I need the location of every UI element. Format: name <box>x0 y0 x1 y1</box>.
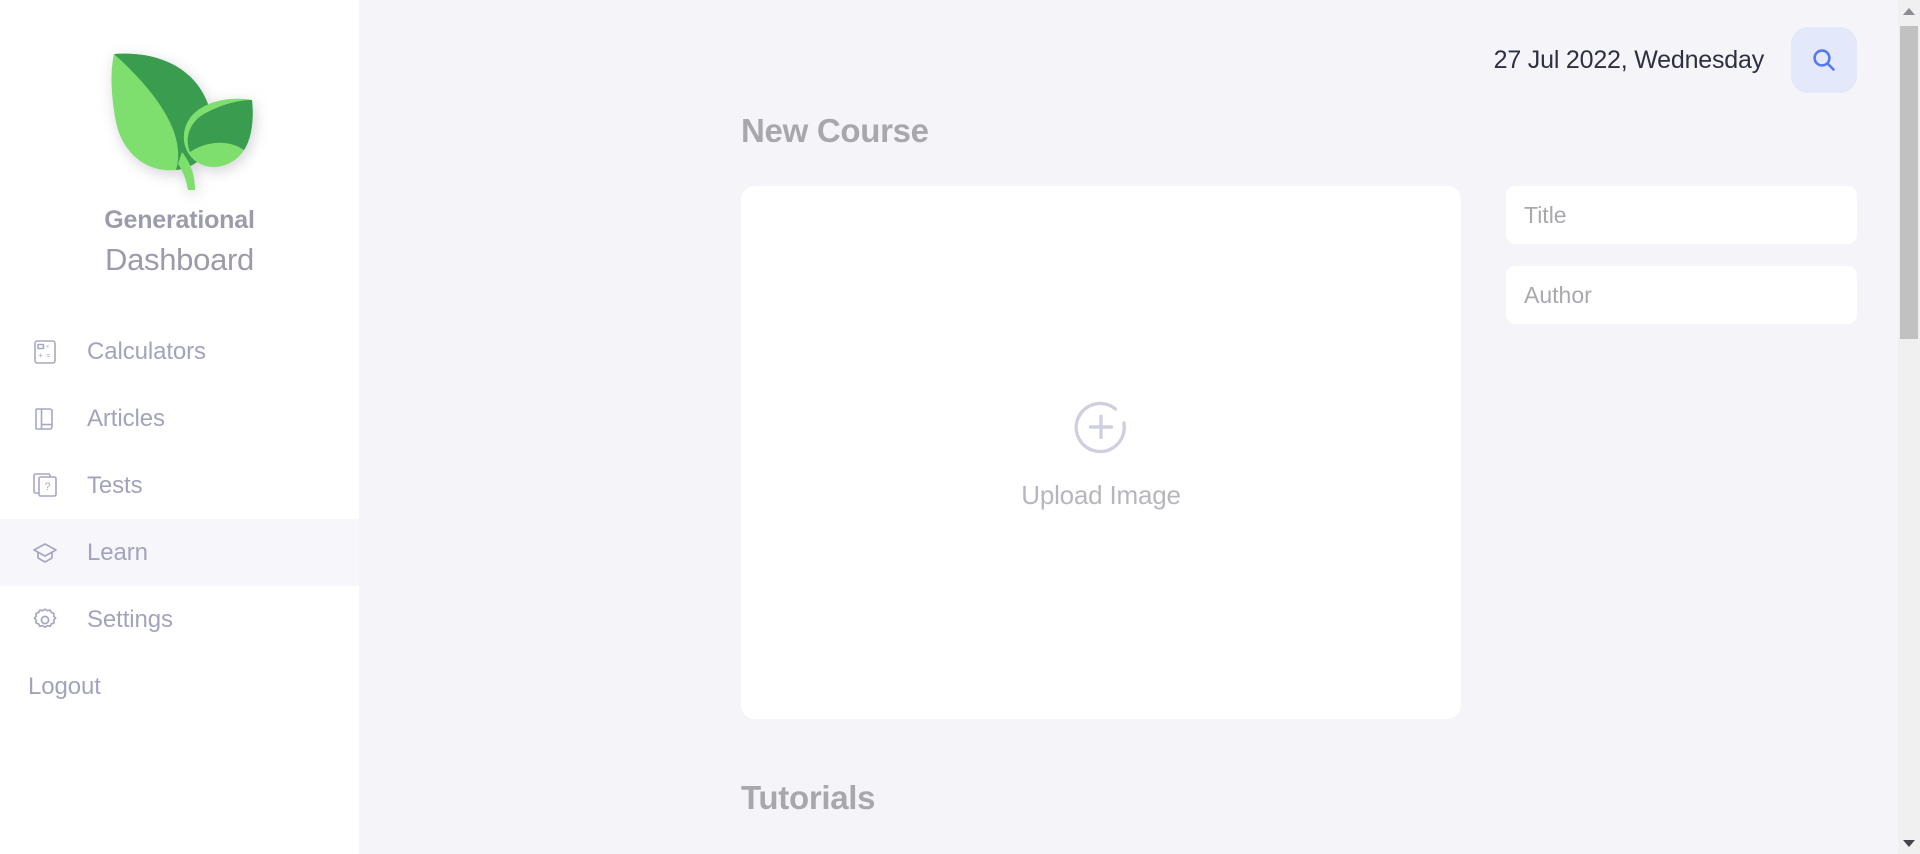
sidebar-nav: × + = Calculators Articles ? Tests Learn… <box>0 318 359 653</box>
title-input[interactable] <box>1506 186 1857 244</box>
plant-leaf-logo-icon <box>100 44 260 194</box>
search-icon <box>1809 45 1839 75</box>
top-bar: 27 Jul 2022, Wednesday <box>384 0 1920 120</box>
sidebar-item-label: Tests <box>87 471 143 499</box>
sidebar-item-tests[interactable]: ? Tests <box>0 452 359 519</box>
author-input[interactable] <box>1506 266 1857 324</box>
question-cards-icon: ? <box>28 469 62 503</box>
scroll-down-button[interactable] <box>1898 832 1920 854</box>
circle-plus-icon <box>1068 394 1134 460</box>
brand-subtitle: Dashboard <box>105 242 254 277</box>
sidebar: Generational Dashboard × + = Calculators <box>0 0 359 854</box>
gear-icon <box>28 603 62 637</box>
sidebar-item-learn[interactable]: Learn <box>0 519 359 586</box>
main-content: 27 Jul 2022, Wednesday New Course Upload… <box>359 0 1920 854</box>
scroll-up-button[interactable] <box>1898 0 1920 22</box>
book-icon <box>28 402 62 436</box>
upload-image-label: Upload Image <box>1021 480 1181 510</box>
vertical-scrollbar[interactable] <box>1898 0 1920 854</box>
sidebar-item-articles[interactable]: Articles <box>0 385 359 452</box>
tutorials-section-title: Tutorials <box>741 779 876 816</box>
new-course-form: Upload Image <box>384 186 1920 719</box>
svg-text:+: + <box>38 351 43 360</box>
brand-logo <box>0 0 359 200</box>
svg-text:=: = <box>46 353 50 360</box>
search-button[interactable] <box>1791 27 1857 93</box>
chevron-up-icon <box>1903 7 1915 15</box>
upload-image-dropzone[interactable]: Upload Image <box>741 186 1461 719</box>
sidebar-item-label: Learn <box>87 538 148 566</box>
brand-name: Generational <box>104 206 255 234</box>
sidebar-item-settings[interactable]: Settings <box>0 586 359 653</box>
chevron-down-icon <box>1903 839 1915 847</box>
course-fields <box>1506 186 1857 719</box>
sidebar-item-label: Calculators <box>87 337 206 365</box>
page-title: New Course <box>741 112 929 149</box>
svg-text:×: × <box>46 344 50 350</box>
scrollbar-thumb[interactable] <box>1900 26 1918 339</box>
sidebar-item-label: Articles <box>87 404 165 432</box>
graduation-cap-icon <box>28 536 62 570</box>
sidebar-item-calculators[interactable]: × + = Calculators <box>0 318 359 385</box>
current-date: 27 Jul 2022, Wednesday <box>1493 45 1765 74</box>
logout-button[interactable]: Logout <box>0 673 359 701</box>
calculator-icon: × + = <box>28 335 62 369</box>
svg-text:?: ? <box>44 481 50 493</box>
sidebar-item-label: Settings <box>87 605 173 633</box>
app-root: Generational Dashboard × + = Calculators <box>0 0 1920 854</box>
